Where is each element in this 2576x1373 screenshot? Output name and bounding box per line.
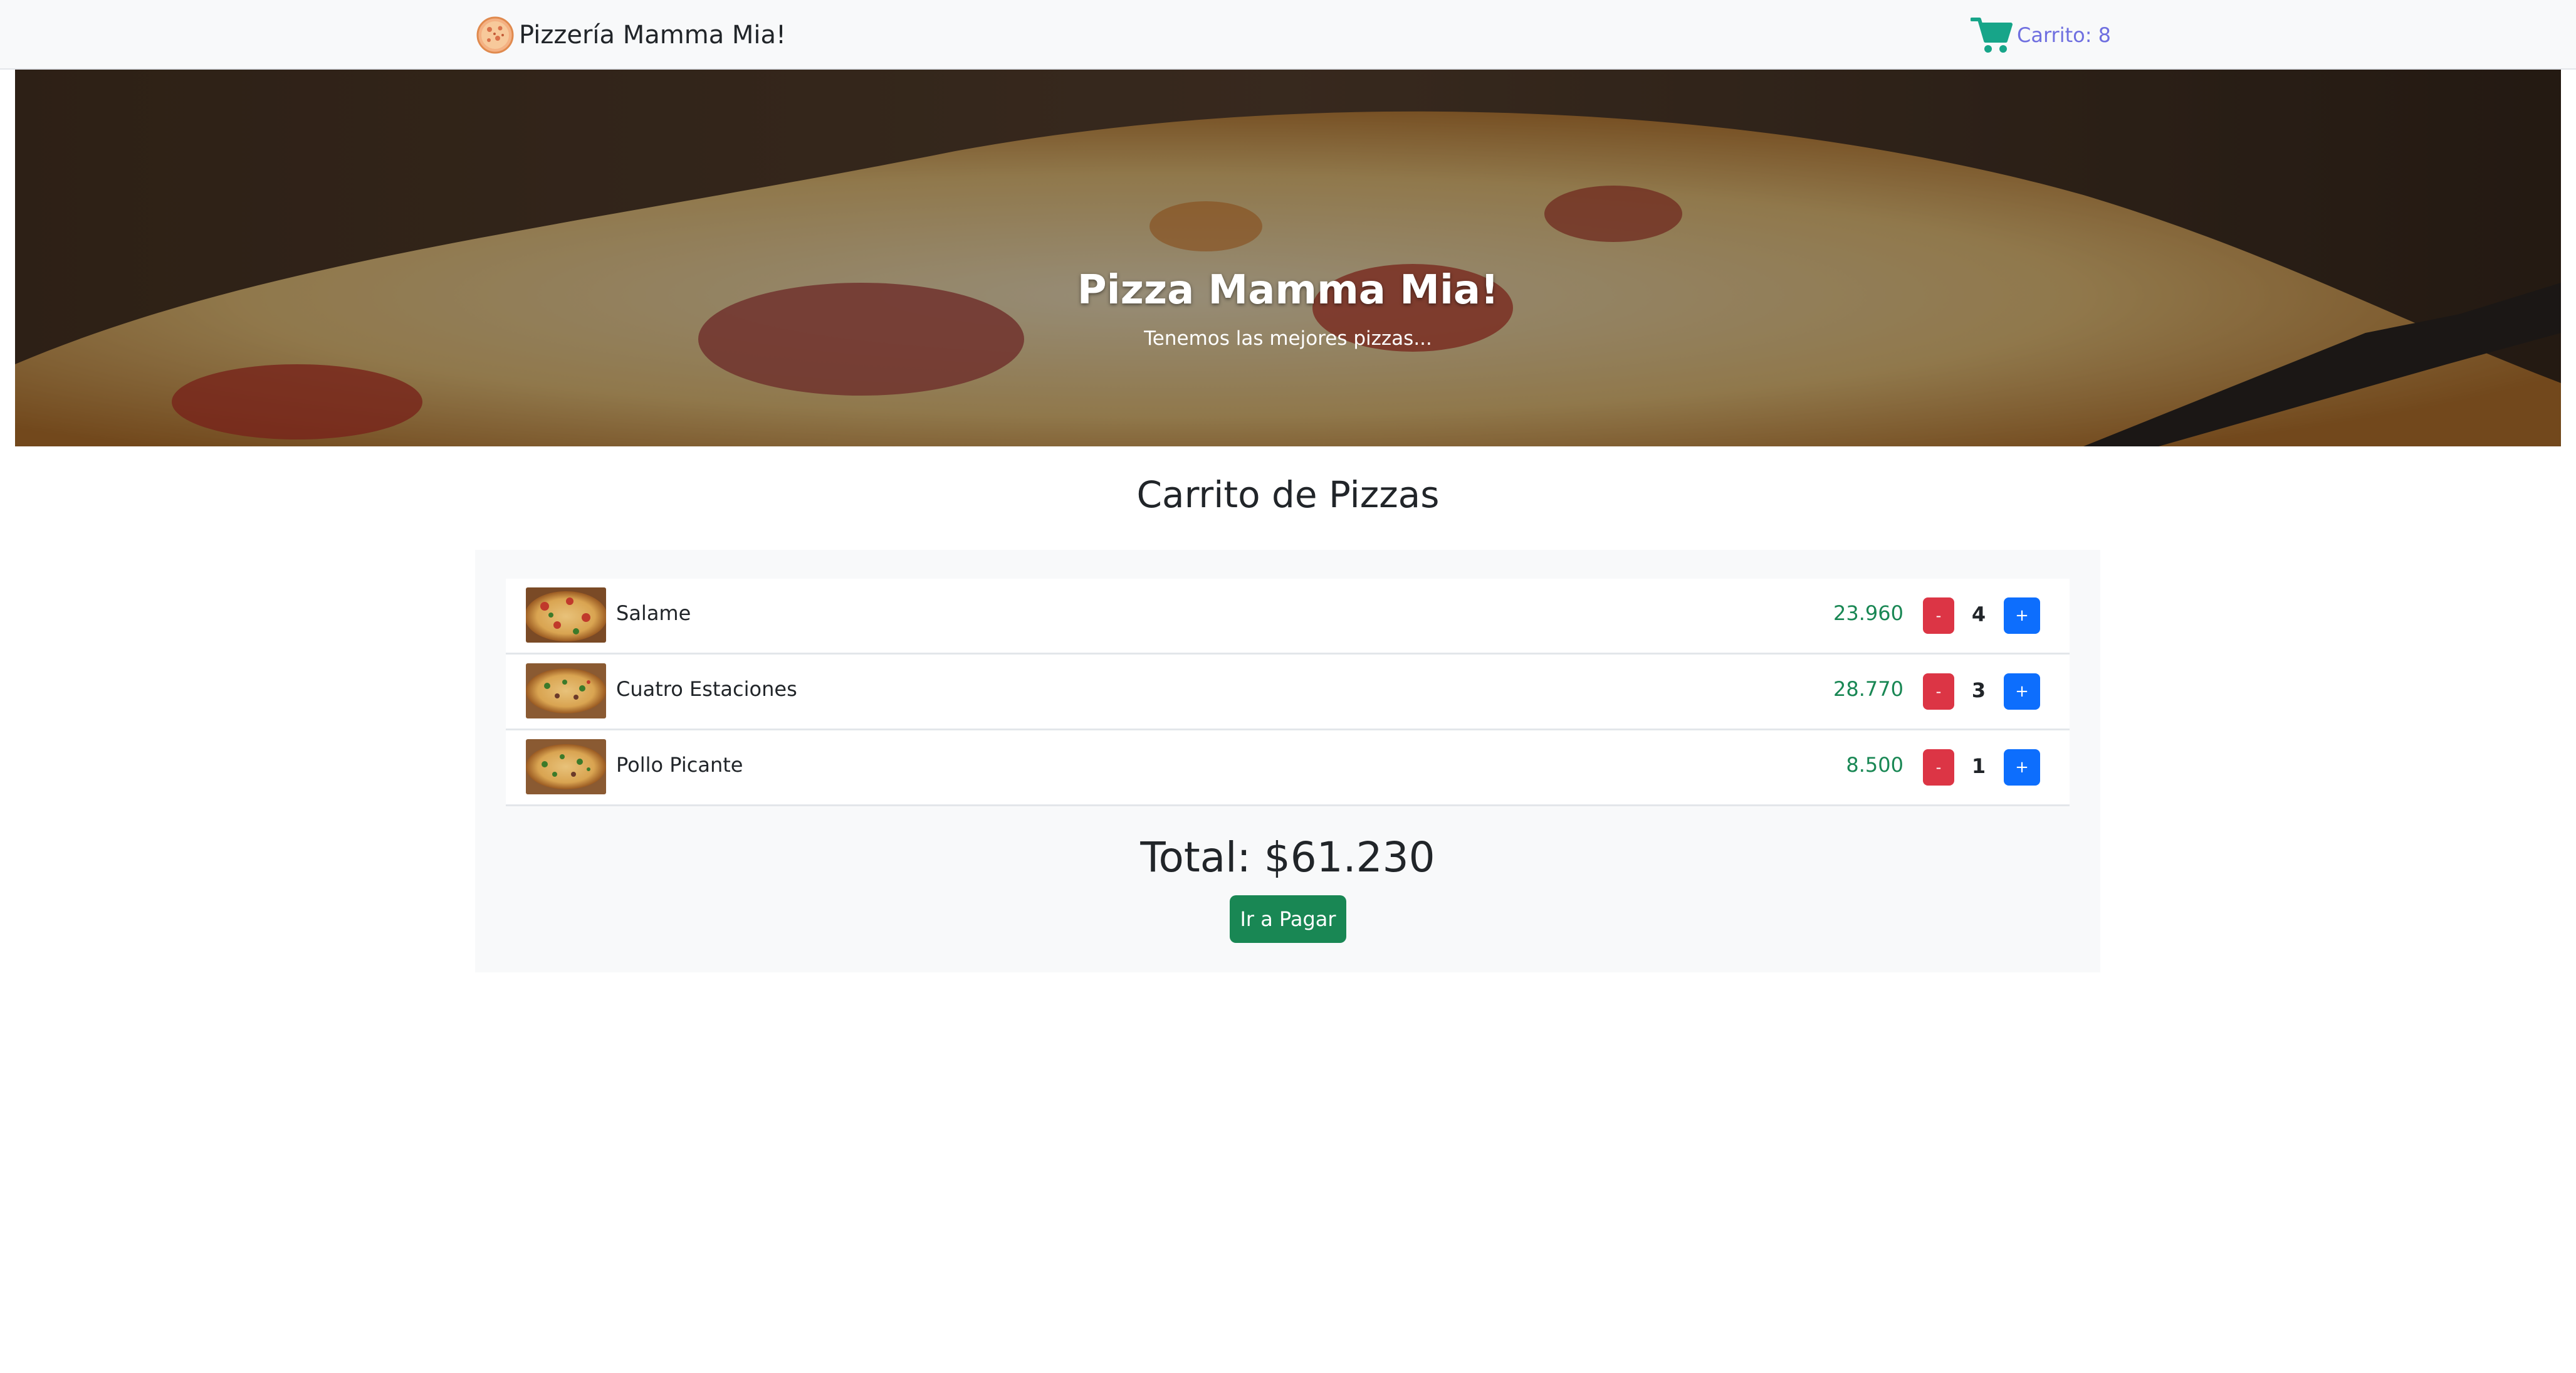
- decrease-quantity-button[interactable]: -: [1923, 597, 1954, 634]
- item-price: 8.500: [1846, 753, 1903, 777]
- item-quantity: 1: [1971, 754, 1986, 778]
- cart-item-cuatro-estaciones: Cuatro Estaciones 28.770 - 3 +: [506, 655, 2070, 730]
- brand-title: Pizzería Mamma Mia!: [519, 21, 787, 50]
- item-quantity: 4: [1971, 602, 1986, 626]
- increase-quantity-button[interactable]: +: [2004, 673, 2040, 710]
- pizza-thumbnail: [526, 587, 606, 643]
- checkout-button[interactable]: Ir a Pagar: [1230, 895, 1346, 943]
- cart-total: Total: $61.230: [1140, 833, 1435, 881]
- decrease-quantity-button[interactable]: -: [1923, 749, 1954, 786]
- navbar: Pizzería Mamma Mia! Carrito: 8: [0, 0, 2576, 70]
- cart-count: Carrito: 8: [2017, 23, 2112, 47]
- item-price: 28.770: [1833, 677, 1903, 701]
- increase-quantity-button[interactable]: +: [2004, 749, 2040, 786]
- cart-panel: Salame 23.960 - 4 + Cuatro Estaciones 28…: [475, 550, 2100, 972]
- cart-heading: Carrito de Pizzas: [1136, 473, 1440, 516]
- item-name: Salame: [616, 601, 691, 625]
- item-name: Cuatro Estaciones: [616, 677, 797, 701]
- item-price: 23.960: [1833, 601, 1903, 625]
- cart-item-salame: Salame 23.960 - 4 +: [506, 579, 2070, 655]
- increase-quantity-button[interactable]: +: [2004, 597, 2040, 634]
- shopping-cart-icon: [1971, 18, 2013, 53]
- hero-pizza-image: [15, 70, 2561, 446]
- hero-subtitle: Tenemos las mejores pizzas...: [1144, 327, 1432, 350]
- pizza-thumbnail: [526, 739, 606, 794]
- pizza-icon: [476, 16, 514, 54]
- cart-item-list: Salame 23.960 - 4 + Cuatro Estaciones 28…: [506, 579, 2070, 806]
- cart-item-pollo-picante: Pollo Picante 8.500 - 1 +: [506, 730, 2070, 806]
- hero-banner: Pizza Mamma Mia! Tenemos las mejores piz…: [15, 70, 2561, 446]
- decrease-quantity-button[interactable]: -: [1923, 673, 1954, 710]
- pizza-thumbnail: [526, 663, 606, 718]
- hero-title: Pizza Mamma Mia!: [1077, 267, 1499, 313]
- cart-link[interactable]: Carrito: 8: [1971, 15, 2111, 55]
- item-name: Pollo Picante: [616, 753, 743, 777]
- brand-link[interactable]: Pizzería Mamma Mia!: [476, 16, 786, 54]
- item-quantity: 3: [1971, 678, 1986, 702]
